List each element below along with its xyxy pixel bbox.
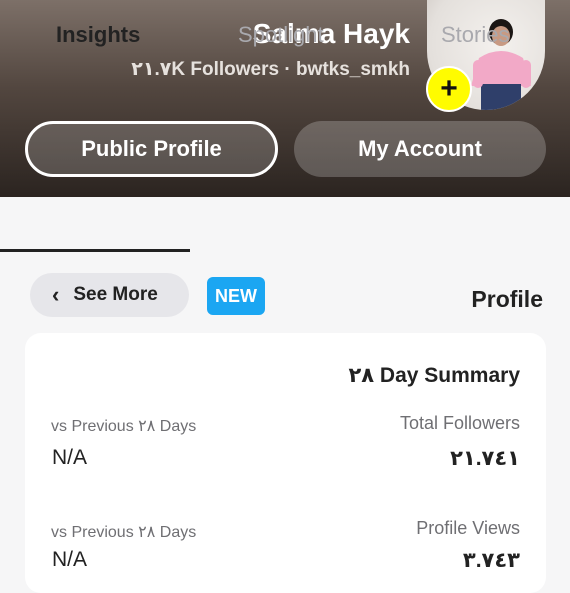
my-account-button[interactable]: My Account (294, 121, 546, 177)
see-more-label: See More (73, 284, 158, 305)
metric-label: Profile Views (416, 518, 520, 538)
metric-compare-value: N/A (52, 548, 88, 571)
section-title: Profile (471, 286, 543, 312)
tab-bar (0, 197, 570, 251)
chevron-left-icon: ‹ (52, 282, 60, 307)
metric-compare-value: N/A (52, 446, 88, 469)
metric-compare-label: vs Previous ٢٨ Days (51, 418, 197, 435)
see-more-button[interactable]: ‹ See More (30, 273, 189, 317)
tab-stories[interactable]: Stories (441, 22, 509, 48)
new-badge: NEW (207, 277, 265, 315)
active-tab-indicator (0, 249, 190, 252)
metric-value: ٣.٧٤٣ (462, 549, 520, 572)
tab-spotlight[interactable]: Spotlight (238, 22, 324, 48)
metric-compare-label: vs Previous ٢٨ Days (51, 524, 197, 541)
metric-label: Total Followers (399, 413, 520, 433)
plus-icon[interactable]: + (426, 66, 472, 112)
public-profile-button[interactable]: Public Profile (25, 121, 278, 177)
profile-subtitle: ٢١.٧K Followers · bwtks_smkh (131, 59, 410, 80)
summary-title: ٢٨ Day Summary (348, 364, 520, 387)
metric-value: ٢١.٧٤١ (450, 447, 520, 470)
tab-insights[interactable]: Insights (56, 22, 140, 48)
